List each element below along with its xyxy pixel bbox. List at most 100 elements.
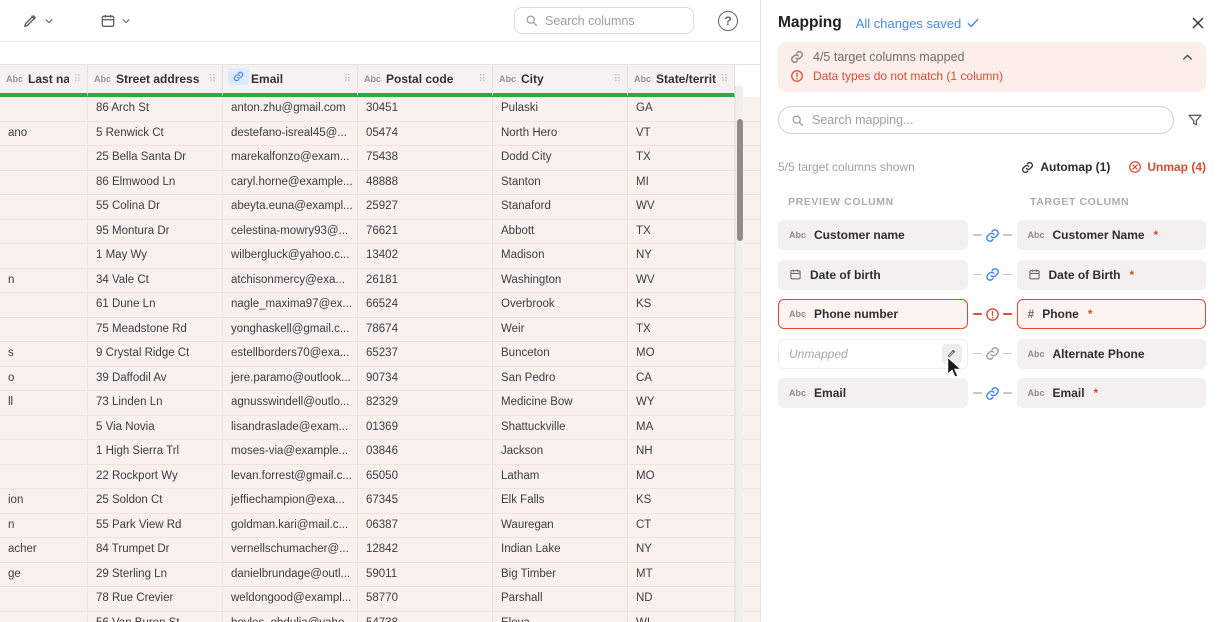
table-cell[interactable]: Big Timber xyxy=(493,563,628,587)
table-cell[interactable]: Madison xyxy=(493,244,628,268)
preview-column-pill[interactable]: Abc Email xyxy=(778,378,968,408)
column-header-state-territory[interactable]: AbcState/territory⠿ xyxy=(628,65,735,97)
mapping-search-input[interactable] xyxy=(812,113,1161,127)
table-cell[interactable]: 34 Vale Ct xyxy=(88,269,223,293)
table-cell[interactable]: MI xyxy=(628,171,735,195)
table-cell[interactable]: lisandraslade@exam... xyxy=(223,416,358,440)
filter-icon[interactable] xyxy=(1184,109,1206,131)
table-cell[interactable]: WY xyxy=(628,391,735,415)
column-mapped-indicator[interactable] xyxy=(228,68,249,85)
table-cell[interactable]: 73 Linden Ln xyxy=(88,391,223,415)
table-cell[interactable]: n xyxy=(0,269,88,293)
table-cell[interactable]: 1 May Wy xyxy=(88,244,223,268)
table-cell[interactable]: ion xyxy=(0,489,88,513)
table-cell[interactable]: NH xyxy=(628,440,735,464)
table-cell[interactable] xyxy=(0,220,88,244)
table-cell[interactable] xyxy=(0,612,88,622)
table-cell[interactable]: San Pedro xyxy=(493,367,628,391)
table-cell[interactable]: Jackson xyxy=(493,440,628,464)
table-cell[interactable]: levan.forrest@gmail.c... xyxy=(223,465,358,489)
table-cell[interactable]: 66524 xyxy=(358,293,493,317)
table-cell[interactable]: 65237 xyxy=(358,342,493,366)
table-cell[interactable]: 84 Trumpet Dr xyxy=(88,538,223,562)
table-cell[interactable]: estellborders70@exa... xyxy=(223,342,358,366)
target-column-pill[interactable]: Date of Birth * xyxy=(1017,260,1207,290)
table-cell[interactable]: Dodd City xyxy=(493,146,628,170)
table-cell[interactable]: 78 Rue Crevier xyxy=(88,587,223,611)
table-cell[interactable] xyxy=(0,293,88,317)
table-cell[interactable]: 95 Montura Dr xyxy=(88,220,223,244)
table-cell[interactable]: North Hero xyxy=(493,122,628,146)
table-cell[interactable]: marekalfonzo@exam... xyxy=(223,146,358,170)
table-cell[interactable]: 22 Rockport Wy xyxy=(88,465,223,489)
table-cell[interactable]: 55 Colina Dr xyxy=(88,195,223,219)
table-cell[interactable]: NY xyxy=(628,244,735,268)
table-cell[interactable]: Overbrook xyxy=(493,293,628,317)
drag-handle-icon[interactable]: ⠿ xyxy=(209,74,216,85)
table-cell[interactable]: MT xyxy=(628,563,735,587)
table-cell[interactable]: 61 Dune Ln xyxy=(88,293,223,317)
table-cell[interactable]: 59011 xyxy=(358,563,493,587)
table-cell[interactable]: 55 Park View Rd xyxy=(88,514,223,538)
table-cell[interactable]: 30451 xyxy=(358,97,493,121)
column-header-street-address[interactable]: AbcStreet address⠿ xyxy=(88,65,223,97)
preview-column-pill[interactable]: Abc Customer name xyxy=(778,220,968,250)
table-cell[interactable]: 25 Soldon Ct xyxy=(88,489,223,513)
table-cell[interactable]: 29 Sterling Ln xyxy=(88,563,223,587)
table-cell[interactable]: nagle_maxima97@ex... xyxy=(223,293,358,317)
table-cell[interactable]: 13402 xyxy=(358,244,493,268)
table-cell[interactable]: Pulaski xyxy=(493,97,628,121)
table-cell[interactable]: Medicine Bow xyxy=(493,391,628,415)
column-header-postal-code[interactable]: AbcPostal code⠿ xyxy=(358,65,493,97)
table-cell[interactable]: celestina-mowry93@... xyxy=(223,220,358,244)
table-cell[interactable]: Elk Falls xyxy=(493,489,628,513)
table-cell[interactable]: Indian Lake xyxy=(493,538,628,562)
table-cell[interactable]: 54738 xyxy=(358,612,493,622)
table-cell[interactable]: 78674 xyxy=(358,318,493,342)
table-cell[interactable]: vernellschumacher@... xyxy=(223,538,358,562)
table-cell[interactable]: Parshall xyxy=(493,587,628,611)
table-cell[interactable]: 25927 xyxy=(358,195,493,219)
table-cell[interactable]: 39 Daffodil Av xyxy=(88,367,223,391)
table-cell[interactable]: goldman.kari@mail.c... xyxy=(223,514,358,538)
table-cell[interactable]: 86 Arch St xyxy=(88,97,223,121)
table-cell[interactable]: ano xyxy=(0,122,88,146)
table-cell[interactable]: 67345 xyxy=(358,489,493,513)
scrollbar-thumb[interactable] xyxy=(737,119,743,241)
table-cell[interactable]: WI xyxy=(628,612,735,622)
drag-handle-icon[interactable]: ⠿ xyxy=(74,74,81,85)
table-cell[interactable]: 26181 xyxy=(358,269,493,293)
table-cell[interactable]: KS xyxy=(628,293,735,317)
table-cell[interactable]: Abbott xyxy=(493,220,628,244)
column-header-last-name[interactable]: AbcLast name⠿ xyxy=(0,65,88,97)
table-cell[interactable]: 9 Crystal Ridge Ct xyxy=(88,342,223,366)
table-cell[interactable]: WV xyxy=(628,269,735,293)
table-cell[interactable]: 12842 xyxy=(358,538,493,562)
column-search[interactable] xyxy=(514,7,694,34)
table-cell[interactable]: MA xyxy=(628,416,735,440)
table-cell[interactable]: Weir xyxy=(493,318,628,342)
table-cell[interactable]: destefano-isreal45@... xyxy=(223,122,358,146)
table-cell[interactable] xyxy=(0,244,88,268)
table-cell[interactable]: 01369 xyxy=(358,416,493,440)
table-cell[interactable]: o xyxy=(0,367,88,391)
table-cell[interactable]: NY xyxy=(628,538,735,562)
link-icon[interactable] xyxy=(985,267,1000,282)
column-header-city[interactable]: AbcCity⠿ xyxy=(493,65,628,97)
table-cell[interactable] xyxy=(0,146,88,170)
table-cell[interactable]: 5 Renwick Ct xyxy=(88,122,223,146)
table-cell[interactable]: 65050 xyxy=(358,465,493,489)
drag-handle-icon[interactable]: ⠿ xyxy=(479,74,486,85)
table-cell[interactable]: jere.paramo@outlook... xyxy=(223,367,358,391)
table-cell[interactable]: Stanaford xyxy=(493,195,628,219)
drag-handle-icon[interactable]: ⠿ xyxy=(721,74,728,85)
table-cell[interactable]: jeffiechampion@exa... xyxy=(223,489,358,513)
table-cell[interactable] xyxy=(0,97,88,121)
table-cell[interactable]: 76621 xyxy=(358,220,493,244)
table-cell[interactable]: moses-via@example... xyxy=(223,440,358,464)
table-cell[interactable]: atchisonmercy@exa... xyxy=(223,269,358,293)
table-cell[interactable]: 06387 xyxy=(358,514,493,538)
table-cell[interactable]: 25 Bella Santa Dr xyxy=(88,146,223,170)
table-cell[interactable]: 56 Van Buren St xyxy=(88,612,223,622)
table-cell[interactable]: boyles_obdulia@yaho... xyxy=(223,612,358,622)
